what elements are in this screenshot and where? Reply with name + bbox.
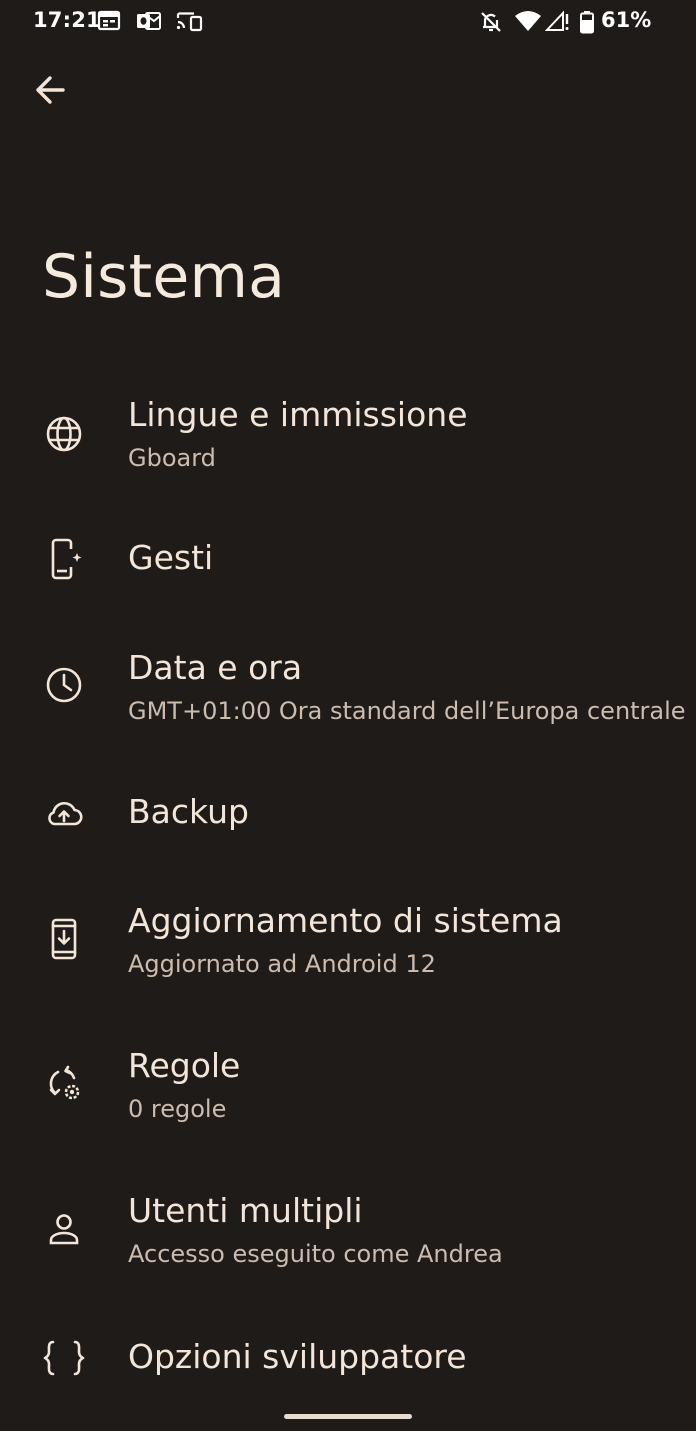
- battery-percent: 61%: [601, 8, 652, 32]
- person-icon: [42, 1207, 86, 1251]
- item-title: Opzioni sviluppatore: [128, 1337, 467, 1376]
- settings-item-languages[interactable]: Lingue e immissione Gboard: [0, 378, 696, 490]
- battery-icon: [578, 10, 596, 34]
- settings-item-gestures[interactable]: Gesti: [0, 518, 696, 600]
- cast-icon: [175, 10, 203, 32]
- signal-icon: [544, 10, 571, 32]
- item-summary: 0 regole: [128, 1095, 227, 1123]
- gesture-phone-icon: [42, 537, 86, 581]
- clock-icon: [42, 663, 86, 707]
- status-time: 17:21: [33, 8, 101, 32]
- cloud-upload-icon: [42, 792, 86, 836]
- notifications-off-icon: [478, 10, 504, 32]
- rules-icon: [42, 1062, 86, 1106]
- wifi-icon: [514, 10, 541, 32]
- status-bar: 17:21 61%: [0, 0, 696, 42]
- item-summary: Accesso eseguito come Andrea: [128, 1240, 503, 1268]
- settings-item-date-time[interactable]: Data e ora GMT+01:00 Ora standard dell’E…: [0, 632, 696, 744]
- settings-item-developer-options[interactable]: Opzioni sviluppatore: [0, 1318, 696, 1400]
- item-summary: Aggiornato ad Android 12: [128, 950, 436, 978]
- settings-item-multiple-users[interactable]: Utenti multipli Accesso eseguito come An…: [0, 1176, 696, 1288]
- item-title: Backup: [128, 792, 249, 831]
- back-button[interactable]: [24, 70, 76, 114]
- item-title: Aggiornamento di sistema: [128, 901, 563, 940]
- page-title: Sistema: [42, 242, 286, 312]
- settings-item-system-update[interactable]: Aggiornamento di sistema Aggiornato ad A…: [0, 886, 696, 998]
- arrow-back-icon: [34, 75, 66, 109]
- item-title: Regole: [128, 1046, 241, 1085]
- calendar-icon: [97, 10, 123, 32]
- gesture-nav-handle[interactable]: [284, 1414, 412, 1419]
- item-summary: GMT+01:00 Ora standard dell’Europa centr…: [128, 697, 686, 725]
- settings-item-backup[interactable]: Backup: [0, 772, 696, 854]
- system-update-icon: [42, 917, 86, 961]
- item-title: Gesti: [128, 538, 214, 577]
- code-braces-icon: [42, 1336, 86, 1380]
- item-title: Utenti multipli: [128, 1191, 363, 1230]
- item-title: Data e ora: [128, 648, 303, 687]
- outlook-icon: [136, 10, 162, 32]
- item-summary: Gboard: [128, 444, 216, 472]
- item-title: Lingue e immissione: [128, 395, 468, 434]
- settings-screen: 17:21 61% Sistema Lingue e immissione Gb…: [0, 0, 696, 1431]
- globe-icon: [42, 412, 86, 456]
- settings-item-rules[interactable]: Regole 0 regole: [0, 1032, 696, 1144]
